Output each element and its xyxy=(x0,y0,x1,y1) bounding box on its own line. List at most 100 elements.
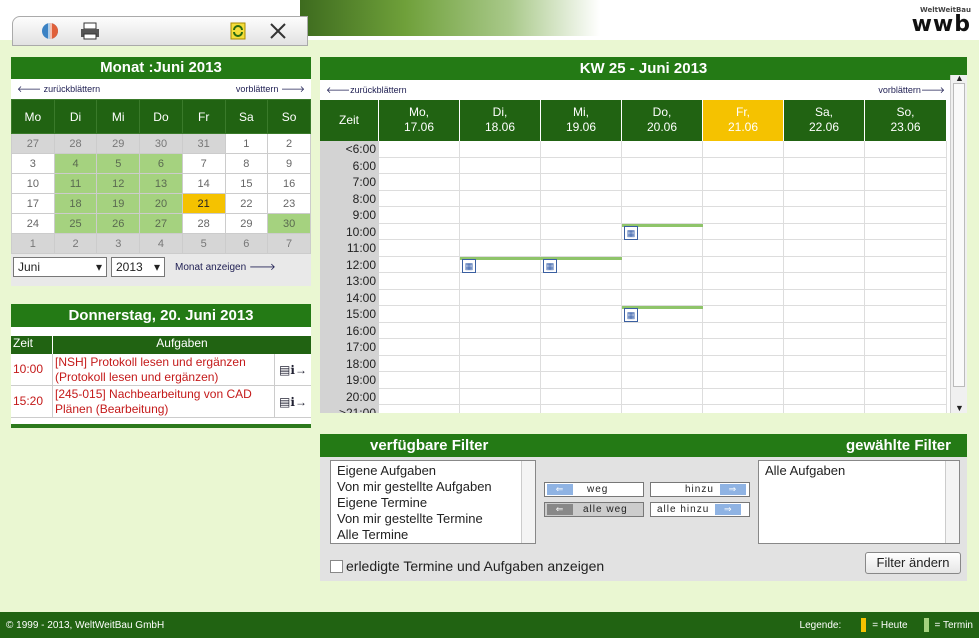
time-slot[interactable] xyxy=(379,223,460,240)
filter-option[interactable]: Eigene Aufgaben xyxy=(337,463,529,479)
calendar-day[interactable]: 7 xyxy=(181,153,226,174)
time-slot[interactable] xyxy=(622,339,703,356)
time-slot[interactable] xyxy=(784,207,865,224)
close-icon[interactable] xyxy=(267,21,289,41)
time-slot[interactable] xyxy=(622,207,703,224)
time-slot[interactable] xyxy=(541,174,622,191)
time-slot[interactable] xyxy=(865,306,947,323)
time-slot[interactable] xyxy=(622,372,703,389)
calendar-day[interactable]: 26 xyxy=(96,213,141,234)
print-icon[interactable] xyxy=(79,21,101,41)
time-slot[interactable] xyxy=(622,157,703,174)
time-slot[interactable] xyxy=(784,240,865,257)
calendar-day[interactable]: 31 xyxy=(181,133,226,154)
time-slot[interactable] xyxy=(541,190,622,207)
time-slot[interactable] xyxy=(784,256,865,273)
appointment-icon[interactable]: ▦ xyxy=(462,258,476,273)
time-slot[interactable] xyxy=(379,306,460,323)
task-text[interactable]: [245-015] Nachbearbeitung von CAD Plänen… xyxy=(53,386,275,417)
time-slot[interactable] xyxy=(622,388,703,405)
time-slot[interactable] xyxy=(784,339,865,356)
time-slot[interactable] xyxy=(460,207,541,224)
calendar-day[interactable]: 7 xyxy=(267,233,311,254)
time-slot[interactable] xyxy=(460,355,541,372)
time-slot[interactable] xyxy=(541,372,622,389)
add-button[interactable]: hinzu ⇒ xyxy=(650,482,750,497)
calendar-day[interactable]: 6 xyxy=(224,233,269,254)
time-slot[interactable] xyxy=(622,273,703,290)
time-slot[interactable] xyxy=(541,273,622,290)
day-header-3[interactable]: Do, 20.06 xyxy=(622,100,703,141)
time-slot[interactable] xyxy=(379,388,460,405)
time-slot[interactable] xyxy=(379,289,460,306)
time-slot[interactable] xyxy=(541,289,622,306)
time-slot[interactable] xyxy=(460,372,541,389)
checkbox[interactable] xyxy=(330,559,343,573)
time-slot[interactable] xyxy=(622,256,703,273)
time-slot[interactable] xyxy=(784,405,865,413)
calendar-day[interactable]: 2 xyxy=(267,133,311,154)
calendar-day[interactable]: 5 xyxy=(181,233,226,254)
appointment[interactable]: ▦ xyxy=(622,223,703,240)
time-slot[interactable] xyxy=(703,141,784,158)
apply-filter-button[interactable]: Filter ändern xyxy=(865,552,961,574)
time-slot[interactable] xyxy=(379,405,460,413)
calendar-day[interactable]: 3 xyxy=(96,233,141,254)
time-slot[interactable] xyxy=(460,174,541,191)
time-slot[interactable] xyxy=(460,289,541,306)
time-slot[interactable] xyxy=(703,256,784,273)
time-slot[interactable] xyxy=(784,157,865,174)
calendar-day[interactable]: 22 xyxy=(224,193,269,214)
week-scrollbar[interactable]: ▲ ▼ xyxy=(950,73,967,413)
calendar-day[interactable]: 29 xyxy=(96,133,141,154)
calendar-day[interactable]: 20 xyxy=(139,193,183,214)
list-scrollbar[interactable] xyxy=(945,461,959,543)
time-slot[interactable] xyxy=(784,322,865,339)
time-slot[interactable] xyxy=(703,322,784,339)
calendar-day[interactable]: 24 xyxy=(11,213,55,234)
week-next-link[interactable]: vorblättern🡒 xyxy=(878,85,945,96)
calendar-day[interactable]: 3 xyxy=(11,153,55,174)
time-slot[interactable] xyxy=(703,223,784,240)
time-slot[interactable] xyxy=(865,388,947,405)
time-slot[interactable] xyxy=(865,141,947,158)
time-slot[interactable] xyxy=(865,355,947,372)
time-slot[interactable] xyxy=(703,388,784,405)
scroll-down-icon[interactable]: ▼ xyxy=(955,403,964,413)
time-slot[interactable] xyxy=(784,355,865,372)
time-slot[interactable] xyxy=(703,372,784,389)
time-slot[interactable] xyxy=(703,207,784,224)
time-slot[interactable] xyxy=(784,306,865,323)
calendar-day[interactable]: 23 xyxy=(267,193,311,214)
time-slot[interactable] xyxy=(622,355,703,372)
time-slot[interactable] xyxy=(379,273,460,290)
day-header-6[interactable]: So, 23.06 xyxy=(865,100,947,141)
time-slot[interactable] xyxy=(784,174,865,191)
time-slot[interactable] xyxy=(622,322,703,339)
calendar-day[interactable]: 27 xyxy=(139,213,183,234)
calendar-day[interactable]: 28 xyxy=(181,213,226,234)
calendar-day[interactable]: 5 xyxy=(96,153,141,174)
month-select[interactable]: Juni ▾ xyxy=(13,257,107,277)
time-slot[interactable] xyxy=(865,289,947,306)
time-slot[interactable] xyxy=(541,157,622,174)
calendar-day[interactable]: 4 xyxy=(53,153,98,174)
time-slot[interactable] xyxy=(379,372,460,389)
time-slot[interactable] xyxy=(460,157,541,174)
time-slot[interactable] xyxy=(379,190,460,207)
colors-icon[interactable] xyxy=(39,21,61,41)
time-slot[interactable] xyxy=(379,207,460,224)
appointment[interactable]: ▦ xyxy=(541,256,622,273)
selected-filter-list[interactable]: Alle Aufgaben xyxy=(758,460,960,544)
month-prev-link[interactable]: 🡐 zurückblättern xyxy=(17,84,100,95)
time-slot[interactable] xyxy=(865,322,947,339)
day-header-5[interactable]: Sa, 22.06 xyxy=(784,100,865,141)
calendar-day[interactable]: 1 xyxy=(11,233,55,254)
calendar-day[interactable]: 1 xyxy=(224,133,269,154)
day-header-4[interactable]: Fr, 21.06 xyxy=(703,100,784,141)
time-slot[interactable] xyxy=(379,339,460,356)
calendar-day[interactable]: 29 xyxy=(224,213,269,234)
show-done-checkbox[interactable]: erledigte Termine und Aufgaben anzeigen xyxy=(330,558,604,574)
calendar-day[interactable]: 2 xyxy=(53,233,98,254)
time-slot[interactable] xyxy=(865,190,947,207)
